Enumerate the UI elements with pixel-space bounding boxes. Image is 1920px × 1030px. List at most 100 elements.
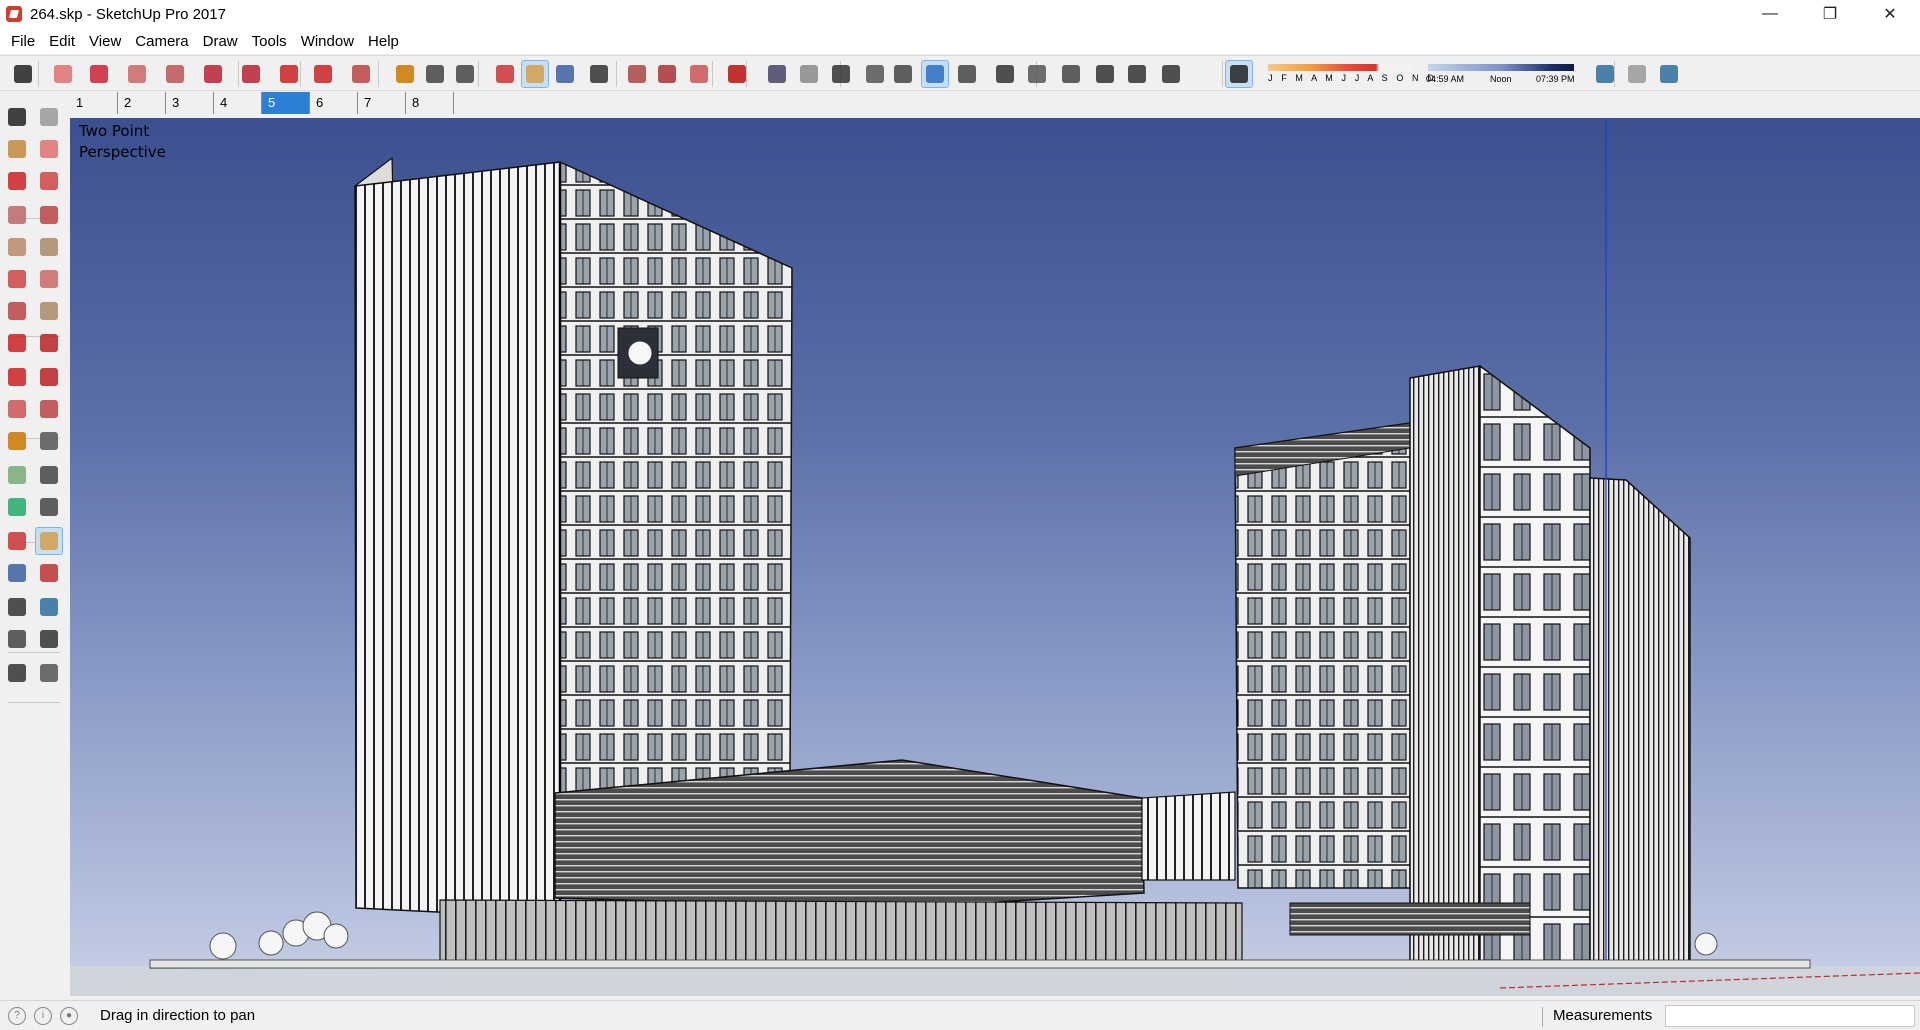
push-pull-icon[interactable] <box>36 330 62 356</box>
zoom-extents-icon[interactable] <box>586 61 612 87</box>
polygon-icon[interactable] <box>36 234 62 260</box>
scale-icon[interactable] <box>348 61 374 87</box>
line-icon[interactable] <box>4 168 30 194</box>
scene-tab-5[interactable]: 5 <box>262 92 310 114</box>
minimize-button[interactable]: — <box>1740 0 1800 28</box>
offset-icon[interactable] <box>36 396 62 422</box>
layout-icon[interactable] <box>686 61 712 87</box>
backedges-icon[interactable] <box>796 61 822 87</box>
menu-help[interactable]: Help <box>361 33 406 50</box>
look-around-icon[interactable] <box>36 626 62 652</box>
menu-window[interactable]: Window <box>294 33 361 50</box>
eraser-icon[interactable] <box>50 61 76 87</box>
add-location-icon[interactable] <box>1592 61 1618 87</box>
protractor-icon[interactable] <box>4 462 30 488</box>
measurements-input[interactable] <box>1665 1005 1915 1027</box>
geo-location-icon[interactable]: ? <box>8 1006 26 1025</box>
menu-edit[interactable]: Edit <box>42 33 82 50</box>
zoom-window-icon[interactable] <box>36 560 62 586</box>
extension-warehouse-icon[interactable] <box>654 61 680 87</box>
text-icon[interactable] <box>422 61 448 87</box>
warehouse-icon[interactable] <box>624 61 650 87</box>
top-view-icon[interactable] <box>1024 61 1050 87</box>
three-point-arc-icon[interactable] <box>4 298 30 324</box>
push-pull-icon[interactable] <box>200 61 226 87</box>
shadows-toggle-icon[interactable] <box>1225 60 1253 88</box>
follow-me-icon[interactable] <box>238 61 264 87</box>
rectangle-icon[interactable] <box>4 202 30 228</box>
rotated-rectangle-icon[interactable] <box>36 202 62 228</box>
arc-icon[interactable] <box>124 61 150 87</box>
left-view-icon[interactable] <box>1158 61 1184 87</box>
scene-tab-6[interactable]: 6 <box>310 92 358 114</box>
scene-tab-8[interactable]: 8 <box>406 92 454 114</box>
move-icon[interactable] <box>4 330 30 356</box>
shaded-icon[interactable] <box>890 61 916 87</box>
get-photo-texture-icon[interactable] <box>1656 61 1682 87</box>
wireframe-icon[interactable] <box>828 61 854 87</box>
section-plane-icon[interactable] <box>36 660 62 686</box>
back-view-icon[interactable] <box>1124 61 1150 87</box>
right-view-icon[interactable] <box>1092 61 1118 87</box>
zoom-icon[interactable] <box>4 560 30 586</box>
zoom-extents-icon[interactable] <box>4 594 30 620</box>
rotate-icon[interactable] <box>4 364 30 390</box>
3d-viewport[interactable]: Two Point Perspective <box>70 118 1920 996</box>
shadow-date-slider[interactable]: J F M A M J J A S O N D <box>1268 60 1434 88</box>
pan-icon[interactable] <box>521 60 549 88</box>
select-icon[interactable] <box>10 61 36 87</box>
shadow-time-slider[interactable]: 04:59 AM Noon 07:39 PM <box>1426 60 1576 88</box>
freehand-icon[interactable] <box>36 168 62 194</box>
menu-tools[interactable]: Tools <box>245 33 294 50</box>
walk-icon[interactable] <box>4 660 30 686</box>
toggle-terrain-icon[interactable] <box>1624 61 1650 87</box>
orbit-icon[interactable] <box>492 61 518 87</box>
scene-tab-7[interactable]: 7 <box>358 92 406 114</box>
hidden-line-icon[interactable] <box>862 61 888 87</box>
tape-measure-icon[interactable] <box>4 428 30 454</box>
select-icon[interactable] <box>4 104 30 130</box>
orbit-icon[interactable] <box>4 528 30 554</box>
axes-icon[interactable] <box>4 494 30 520</box>
circle-icon[interactable] <box>4 234 30 260</box>
arc-icon[interactable] <box>4 266 30 292</box>
ruby-icon[interactable] <box>724 61 750 87</box>
follow-me-icon[interactable] <box>36 364 62 390</box>
rotate-icon[interactable] <box>310 61 336 87</box>
text-icon[interactable] <box>36 462 62 488</box>
restore-button[interactable]: ❐ <box>1800 0 1860 28</box>
previous-view-icon[interactable] <box>36 594 62 620</box>
xray-icon[interactable] <box>764 61 790 87</box>
line-icon[interactable] <box>86 61 112 87</box>
pie-icon[interactable] <box>36 298 62 324</box>
menu-file[interactable]: File <box>4 33 42 50</box>
menu-camera[interactable]: Camera <box>128 33 195 50</box>
tape-measure-icon[interactable] <box>392 61 418 87</box>
close-button[interactable]: ✕ <box>1860 0 1920 28</box>
monochrome-icon[interactable] <box>954 61 980 87</box>
zoom-icon[interactable] <box>552 61 578 87</box>
two-point-arc-icon[interactable] <box>36 266 62 292</box>
move-icon[interactable] <box>276 61 302 87</box>
scale-icon[interactable] <box>4 396 30 422</box>
dimension-icon[interactable] <box>36 428 62 454</box>
component-icon[interactable] <box>36 104 62 130</box>
paint-bucket-icon[interactable] <box>452 61 478 87</box>
credits-icon[interactable]: i <box>34 1006 52 1025</box>
position-camera-icon[interactable] <box>4 626 30 652</box>
scene-tab-3[interactable]: 3 <box>166 92 214 114</box>
scene-tab-1[interactable]: 1 <box>70 92 118 114</box>
scene-tab-4[interactable]: 4 <box>214 92 262 114</box>
user-account-icon[interactable]: ● <box>60 1006 78 1025</box>
scene-tab-2[interactable]: 2 <box>118 92 166 114</box>
menu-view[interactable]: View <box>82 33 128 50</box>
eraser-icon[interactable] <box>36 136 62 162</box>
menu-draw[interactable]: Draw <box>196 33 245 50</box>
3d-text-icon[interactable] <box>36 494 62 520</box>
iso-view-icon[interactable] <box>992 61 1018 87</box>
shaded-textures-icon[interactable] <box>921 60 949 88</box>
pan-icon[interactable] <box>35 527 63 555</box>
front-view-icon[interactable] <box>1058 61 1084 87</box>
paint-bucket-icon[interactable] <box>4 136 30 162</box>
rectangle-icon[interactable] <box>162 61 188 87</box>
